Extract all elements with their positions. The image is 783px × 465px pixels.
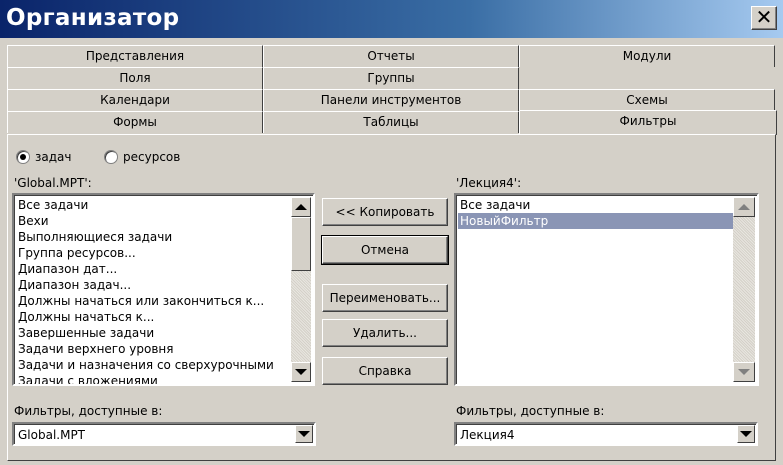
chevron-up-icon (738, 204, 750, 210)
list-item-selected[interactable]: НовыйФильтр (458, 213, 733, 229)
chevron-down-icon (295, 369, 307, 375)
chevron-up-icon (295, 204, 307, 210)
tab-reports[interactable]: Отчеты (263, 45, 519, 67)
radio-tasks[interactable]: задач (16, 150, 71, 164)
left-list-items: Все задачи Вехи Выполняющиеся задачи Гру… (16, 197, 293, 384)
scroll-thumb[interactable] (291, 217, 311, 271)
cancel-button[interactable]: Отмена (321, 235, 449, 265)
left-available-value: Global.MPT (18, 428, 86, 442)
scroll-down-button[interactable] (291, 362, 311, 382)
tab-fields[interactable]: Поля (7, 67, 263, 89)
help-button[interactable]: Справка (322, 357, 448, 385)
scroll-up-button[interactable] (291, 197, 311, 217)
copy-button[interactable]: << Копировать (322, 198, 448, 226)
right-list-items: Все задачи НовыйФильтр (458, 197, 733, 229)
list-item[interactable]: Диапазон задач... (16, 277, 293, 293)
tab-toolbars[interactable]: Панели инструментов (263, 89, 519, 111)
list-item[interactable]: Все задачи (16, 197, 293, 213)
dropdown-button[interactable] (737, 425, 755, 443)
list-item[interactable]: Все задачи (458, 197, 733, 213)
radio-tasks-indicator (16, 150, 30, 164)
right-list-label: 'Лекция4': (456, 176, 522, 190)
list-item[interactable]: Диапазон дат... (16, 261, 293, 277)
rename-button[interactable]: Переименовать... (322, 284, 448, 312)
delete-button[interactable]: Удалить... (322, 319, 448, 347)
chevron-down-icon (738, 369, 750, 375)
list-item[interactable]: Задачи с вложениями (16, 373, 293, 384)
tab-forms[interactable]: Формы (7, 111, 263, 133)
list-item[interactable]: Задачи и назначения со сверхурочными (16, 357, 293, 373)
radio-resources-label: ресурсов (123, 150, 181, 164)
window-title: Организатор (6, 5, 180, 31)
tab-groups[interactable]: Группы (263, 67, 519, 89)
list-item[interactable]: Должны начаться или закончиться к... (16, 293, 293, 309)
tab-filters[interactable]: Фильтры (519, 110, 777, 135)
radio-resources[interactable]: ресурсов (104, 150, 180, 164)
scroll-down-button[interactable] (733, 362, 755, 382)
list-item[interactable]: Завершенные задачи (16, 325, 293, 341)
organizer-dialog: Организатор ✕ Представления Отчеты Модул… (0, 0, 783, 465)
chevron-down-icon (298, 431, 310, 437)
tab-tables[interactable]: Таблицы (263, 111, 519, 133)
list-item[interactable]: Вехи (16, 213, 293, 229)
left-list-label: 'Global.MPT': (14, 176, 92, 190)
right-available-value: Лекция4 (460, 428, 515, 442)
list-item[interactable]: Задачи верхнего уровня (16, 341, 293, 357)
chevron-down-icon (740, 431, 752, 437)
list-item[interactable]: Группа ресурсов... (16, 245, 293, 261)
right-available-select[interactable]: Лекция4 (454, 422, 758, 446)
tab-modules[interactable]: Модули (519, 45, 775, 67)
left-available-select[interactable]: Global.MPT (12, 422, 316, 446)
right-available-label: Фильтры, доступные в: (456, 404, 605, 418)
tab-calendars[interactable]: Календари (7, 89, 263, 111)
right-filter-list[interactable]: Все задачи НовыйФильтр (454, 193, 759, 386)
scroll-up-button[interactable] (733, 197, 755, 217)
dropdown-button[interactable] (295, 425, 313, 443)
tab-views[interactable]: Представления (7, 45, 263, 67)
radio-tasks-label: задач (35, 150, 72, 164)
radio-resources-indicator (104, 150, 118, 164)
list-item[interactable]: Должны начаться к... (16, 309, 293, 325)
close-button[interactable]: ✕ (751, 6, 777, 30)
left-filter-list[interactable]: Все задачи Вехи Выполняющиеся задачи Гру… (12, 193, 315, 386)
right-list-scrollbar[interactable] (733, 197, 755, 382)
left-available-label: Фильтры, доступные в: (14, 404, 163, 418)
title-bar: Организатор ✕ (0, 0, 783, 38)
left-list-scrollbar[interactable] (291, 197, 311, 382)
list-item[interactable]: Выполняющиеся задачи (16, 229, 293, 245)
tab-maps[interactable]: Схемы (519, 89, 775, 111)
